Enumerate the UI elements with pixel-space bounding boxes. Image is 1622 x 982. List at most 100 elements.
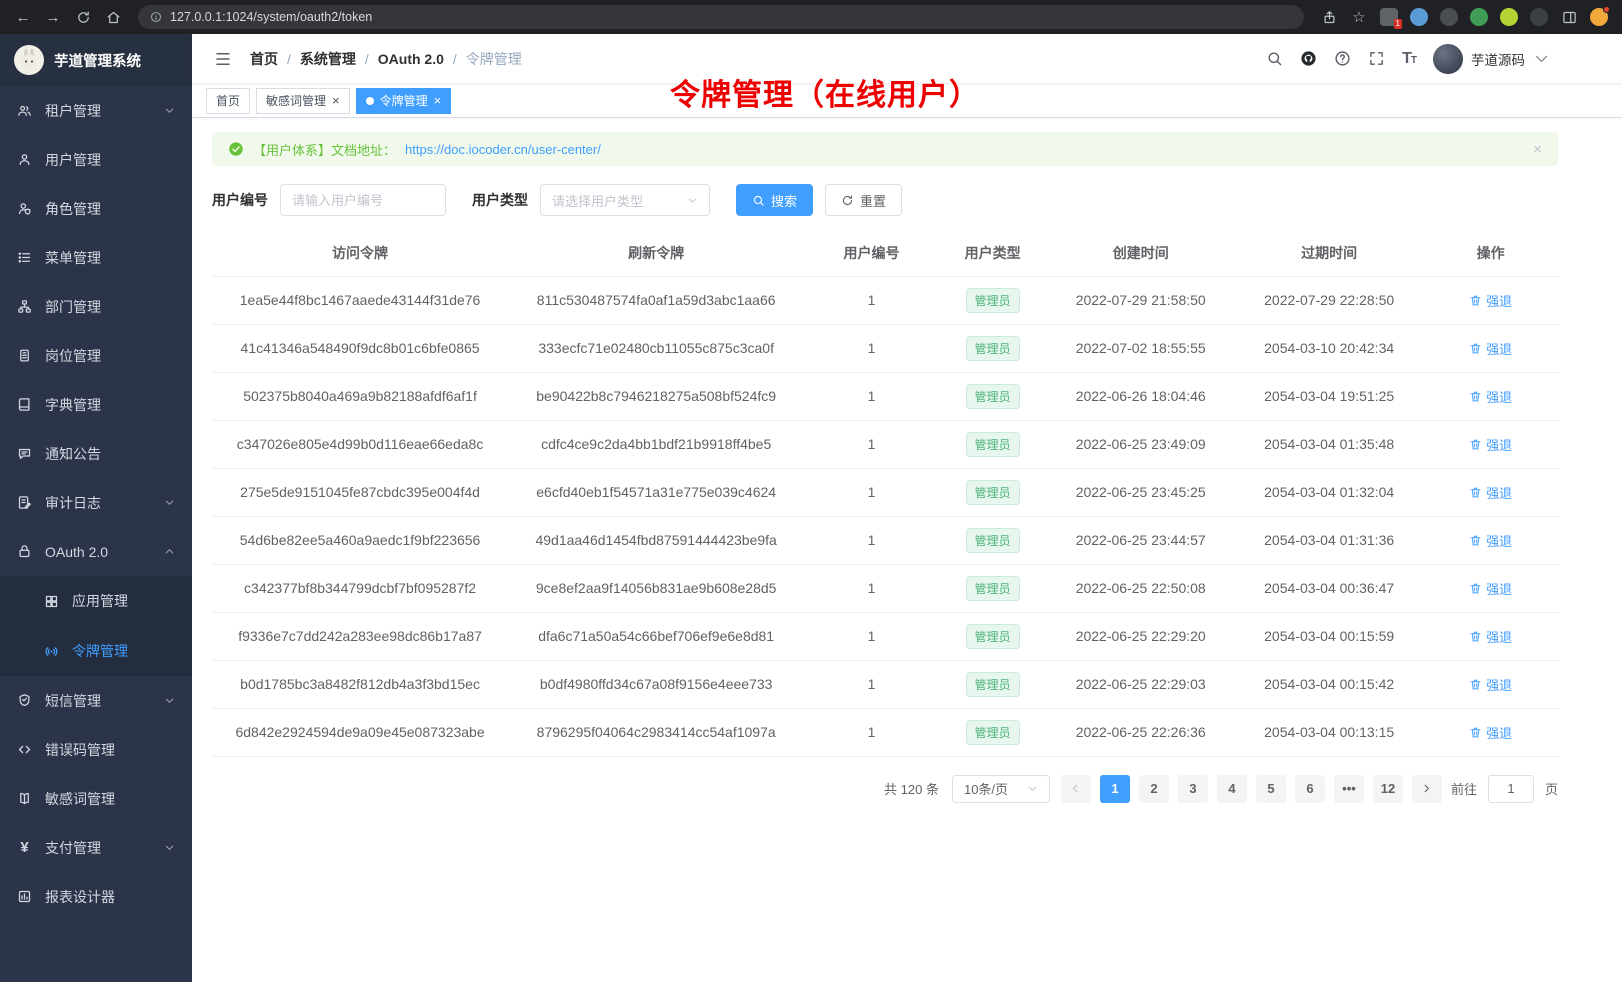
force-logout-button[interactable]: 强退 xyxy=(1469,531,1512,550)
page-number-button[interactable]: 12 xyxy=(1373,775,1403,803)
browser-profile-avatar[interactable] xyxy=(1590,8,1608,26)
browser-reload-button[interactable] xyxy=(70,4,96,30)
sidebar-item-label: 应用管理 xyxy=(72,591,128,611)
create-time-value: 2022-06-25 22:29:03 xyxy=(1076,676,1206,692)
help-button[interactable] xyxy=(1334,50,1351,67)
force-logout-button[interactable]: 强退 xyxy=(1469,387,1512,406)
sidebar-item-user[interactable]: 用户管理 xyxy=(0,135,192,184)
delete-icon xyxy=(1469,342,1482,355)
user-id-value: 1 xyxy=(868,724,876,740)
extension-green-icon[interactable] xyxy=(1470,8,1488,26)
alert-close-icon[interactable]: × xyxy=(1533,141,1542,158)
page-number-button[interactable]: 4 xyxy=(1217,775,1247,803)
tab-close-icon[interactable]: × xyxy=(434,94,442,107)
breadcrumb-oauth[interactable]: OAuth 2.0 xyxy=(378,51,444,67)
expire-time-value: 2054-03-04 00:15:42 xyxy=(1264,676,1394,692)
page-number-button[interactable]: 2 xyxy=(1139,775,1169,803)
search-icon xyxy=(1266,50,1283,67)
chevron-down-icon xyxy=(164,695,175,706)
tab-sensitive-word[interactable]: 敏感词管理 × xyxy=(256,88,350,114)
page-number-button[interactable]: 1 xyxy=(1100,775,1130,803)
force-logout-button[interactable]: 强退 xyxy=(1469,339,1512,358)
sidebar-item-dict[interactable]: 字典管理 xyxy=(0,380,192,429)
sidebar-item-notice[interactable]: 通知公告 xyxy=(0,429,192,478)
access-token-value: 1ea5e44f8bc1467aaede43144f31de76 xyxy=(240,292,481,308)
tab-close-icon[interactable]: × xyxy=(332,94,340,107)
breadcrumb-home[interactable]: 首页 xyxy=(250,49,278,69)
access-token-value: 41c41346a548490f9dc8b01c6bfe0865 xyxy=(241,340,480,356)
user-menu[interactable]: 芋道源码 xyxy=(1433,44,1550,74)
force-logout-label: 强退 xyxy=(1486,387,1512,406)
dept-tree-icon xyxy=(17,299,32,314)
browser-back-button[interactable]: ← xyxy=(10,4,36,30)
sidebar-item-tenant[interactable]: 租户管理 xyxy=(0,86,192,135)
goto-page-input[interactable] xyxy=(1488,775,1534,803)
sidebar-item-token-manage[interactable]: 令牌管理 xyxy=(0,626,192,676)
page-number-button[interactable]: 6 xyxy=(1295,775,1325,803)
oauth-submenu: 应用管理 令牌管理 xyxy=(0,576,192,676)
user-type-select[interactable]: 请选择用户类型 xyxy=(540,184,710,216)
browser-home-button[interactable] xyxy=(100,4,126,30)
sidebar-item-sms[interactable]: 短信管理 xyxy=(0,676,192,725)
sidebar-item-role[interactable]: 角色管理 xyxy=(0,184,192,233)
sidebar-item-post[interactable]: 岗位管理 xyxy=(0,331,192,380)
force-logout-button[interactable]: 强退 xyxy=(1469,435,1512,454)
tab-home[interactable]: 首页 xyxy=(206,88,250,114)
fullscreen-button[interactable] xyxy=(1368,50,1385,67)
share-button[interactable] xyxy=(1316,4,1342,30)
site-info-icon[interactable] xyxy=(150,11,162,23)
extension-paw-icon[interactable] xyxy=(1530,8,1548,26)
question-icon xyxy=(1334,50,1351,67)
bookmark-star-button[interactable]: ☆ xyxy=(1346,4,1372,30)
reset-button[interactable]: 重置 xyxy=(825,184,902,216)
page-number-button[interactable]: 5 xyxy=(1256,775,1286,803)
sidebar-logo[interactable]: 芋道管理系统 xyxy=(0,34,192,86)
oauth-lock-icon xyxy=(17,544,32,559)
doc-link[interactable]: https://doc.iocoder.cn/user-center/ xyxy=(405,142,601,157)
url-bar[interactable]: 127.0.0.1:1024/system/oauth2/token xyxy=(138,5,1304,29)
tab-token-manage[interactable]: 令牌管理 × xyxy=(356,88,452,114)
sidebar-item-report-designer[interactable]: 报表设计器 xyxy=(0,872,192,921)
table-row: f9336e7c7dd242a283ee98dc86b17a87 dfa6c71… xyxy=(212,612,1558,660)
extension-dark-globe-icon[interactable] xyxy=(1440,8,1458,26)
sidebar-item-menu[interactable]: 菜单管理 xyxy=(0,233,192,282)
sidebar-item-sensitive-word[interactable]: 敏感词管理 xyxy=(0,774,192,823)
extension-grid-icon[interactable]: 1 xyxy=(1380,8,1398,26)
force-logout-button[interactable]: 强退 xyxy=(1469,723,1512,742)
sidebar-item-oauth[interactable]: OAuth 2.0 xyxy=(0,527,192,576)
extension-lime-icon[interactable] xyxy=(1500,8,1518,26)
sidebar-toggle-button[interactable] xyxy=(206,42,240,76)
page-number-button[interactable]: 3 xyxy=(1178,775,1208,803)
user-id-value: 1 xyxy=(868,628,876,644)
breadcrumb-system[interactable]: 系统管理 xyxy=(300,49,356,69)
sidebar-item-app-manage[interactable]: 应用管理 xyxy=(0,576,192,626)
sidebar-item-error-code[interactable]: 错误码管理 xyxy=(0,725,192,774)
force-logout-button[interactable]: 强退 xyxy=(1469,291,1512,310)
github-button[interactable] xyxy=(1300,50,1317,67)
user-id-value: 1 xyxy=(868,676,876,692)
username: 芋道源码 xyxy=(1471,49,1525,69)
font-size-button[interactable]: TT xyxy=(1402,50,1416,68)
browser-chrome: ← → 127.0.0.1:1024/system/oauth2/token ☆… xyxy=(0,0,1622,34)
sidebar-item-dept[interactable]: 部门管理 xyxy=(0,282,192,331)
search-button[interactable]: 搜索 xyxy=(736,184,813,216)
extension-blue-icon[interactable] xyxy=(1410,8,1428,26)
sidebar-item-label: 租户管理 xyxy=(45,101,101,121)
header-search-button[interactable] xyxy=(1266,50,1283,67)
access-token-value: c347026e805e4d99b0d116eae66eda8c xyxy=(237,436,484,452)
sidebar-item-label: 部门管理 xyxy=(45,297,101,317)
split-view-button[interactable] xyxy=(1556,4,1582,30)
force-logout-button[interactable]: 强退 xyxy=(1469,627,1512,646)
sidebar-item-audit-log[interactable]: 审计日志 xyxy=(0,478,192,527)
next-page-button[interactable] xyxy=(1412,775,1442,803)
prev-page-button[interactable] xyxy=(1061,775,1091,803)
browser-forward-button[interactable]: → xyxy=(40,4,66,30)
force-logout-button[interactable]: 强退 xyxy=(1469,483,1512,502)
page-size-select[interactable]: 10条/页 xyxy=(952,775,1050,803)
user-id-input[interactable] xyxy=(292,193,434,208)
force-logout-button[interactable]: 强退 xyxy=(1469,579,1512,598)
sidebar-item-payment[interactable]: ¥ 支付管理 xyxy=(0,823,192,872)
expire-time-value: 2054-03-04 01:31:36 xyxy=(1264,532,1394,548)
page-ellipsis[interactable]: ••• xyxy=(1334,775,1364,803)
force-logout-button[interactable]: 强退 xyxy=(1469,675,1512,694)
